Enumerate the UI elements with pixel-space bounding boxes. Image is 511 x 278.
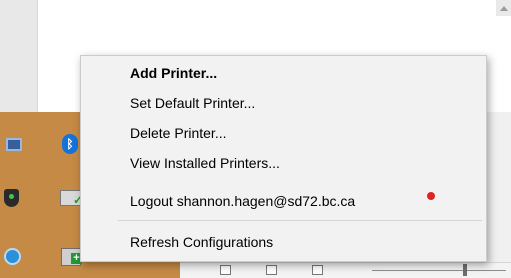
menu-item-set-default-printer[interactable]: Set Default Printer... — [81, 88, 486, 118]
menu-item-view-installed-printers[interactable]: View Installed Printers... — [81, 148, 486, 178]
red-dot-marker — [427, 192, 435, 200]
page-icon[interactable] — [266, 265, 277, 275]
monitor-icon[interactable] — [6, 138, 22, 151]
menu-item-label: Delete Printer... — [130, 125, 227, 141]
scroll-up-arrow[interactable] — [496, 0, 511, 16]
menu-item-logout[interactable]: Logout shannon.hagen@sd72.bc.ca — [81, 186, 486, 216]
menu-item-label: Logout shannon.hagen@sd72.bc.ca — [130, 193, 356, 209]
zoom-out-icon[interactable]: − — [373, 265, 379, 277]
menu-item-label: Add Printer... — [130, 65, 218, 81]
menu-item-label: View Installed Printers... — [130, 155, 280, 171]
zoom-slider-track[interactable] — [372, 270, 506, 271]
window-left-strip — [0, 0, 38, 112]
menu-item-label: Refresh Configurations — [130, 234, 274, 250]
bluetooth-icon[interactable]: ᛒ — [62, 134, 78, 154]
menu-item-add-printer[interactable]: Add Printer... — [81, 58, 486, 88]
menu-separator — [118, 220, 482, 221]
printer-add-icon[interactable] — [61, 248, 82, 266]
menu-item-label: Set Default Printer... — [130, 95, 256, 111]
printer-context-menu: Add Printer... Set Default Printer... De… — [80, 55, 487, 262]
page-icon[interactable] — [220, 265, 231, 275]
printer-check-icon[interactable] — [60, 190, 83, 207]
menu-item-delete-printer[interactable]: Delete Printer... — [81, 118, 486, 148]
page-icon[interactable] — [312, 265, 323, 275]
menu-item-refresh-configurations[interactable]: Refresh Configurations — [81, 227, 486, 257]
shield-icon[interactable] — [4, 189, 19, 207]
globe-icon[interactable] — [4, 248, 21, 265]
zoom-slider-thumb[interactable] — [463, 264, 467, 276]
